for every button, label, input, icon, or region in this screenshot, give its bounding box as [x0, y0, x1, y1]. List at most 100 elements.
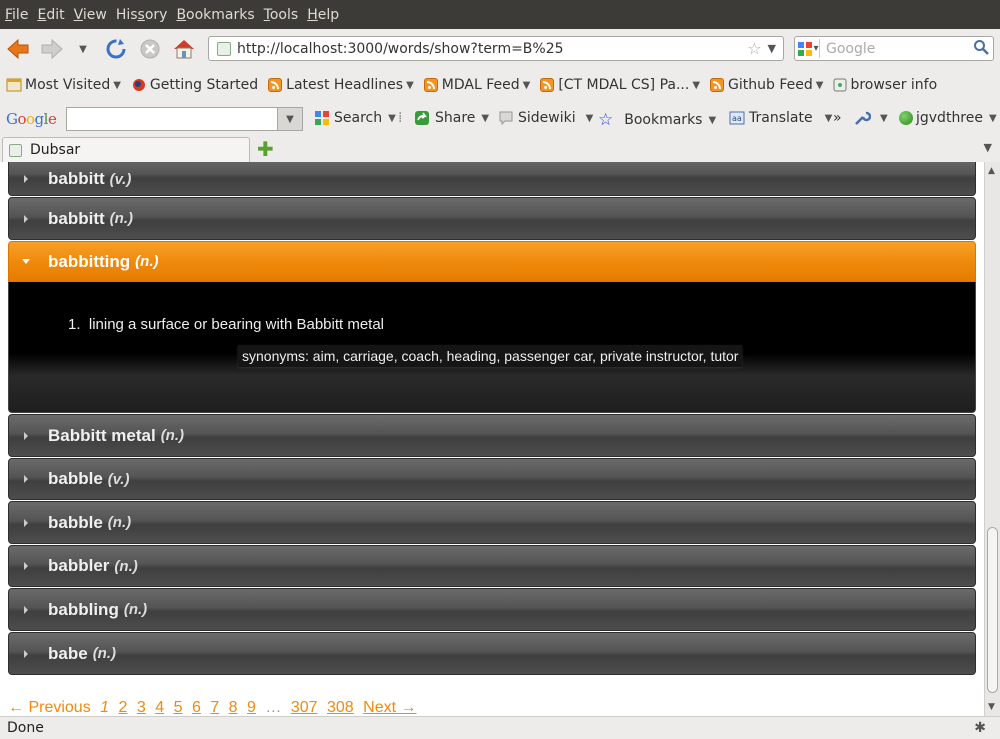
scroll-up-icon[interactable]: ▲: [988, 166, 995, 176]
stop-button[interactable]: [136, 35, 164, 63]
chevron-down-icon[interactable]: ▼: [277, 108, 302, 130]
account-button[interactable]: jgvdthree ▼: [899, 110, 997, 126]
url-text[interactable]: http://localhost:3000/words/show?term=B%…: [237, 41, 747, 57]
google-bookmarks-button[interactable]: ☆ Bookmarks ▼: [598, 110, 716, 130]
scrollbar-thumb[interactable]: [987, 527, 998, 693]
tab-dubsar[interactable]: Dubsar: [2, 137, 250, 162]
pagination: ← Previous 1 2 3 4 5 6 7 8 9 … 307 308 N…: [8, 699, 422, 716]
pagination-page[interactable]: 8: [229, 699, 238, 716]
chevron-down-icon: ▼: [824, 112, 833, 124]
search-icon[interactable]: [973, 39, 989, 59]
bookmark-browser-info[interactable]: browser info: [833, 77, 937, 93]
entry-row[interactable]: babbitt (v.): [8, 162, 976, 196]
pagination-page[interactable]: 3: [137, 699, 146, 716]
bookmarks-toolbar: Most Visited ▼ Getting Started Latest Hea…: [0, 69, 1000, 101]
pagination-previous: ← Previous: [8, 699, 91, 716]
menu-bookmarks[interactable]: Bookmarks: [176, 7, 254, 23]
entry-row-active[interactable]: babbitting (n.): [8, 241, 976, 282]
expand-triangle-icon: [24, 175, 28, 183]
google-engine-icon: [798, 41, 813, 56]
menu-help[interactable]: Help: [307, 7, 339, 23]
pagination-page[interactable]: 4: [155, 699, 164, 716]
chevron-down-icon: ▼: [522, 79, 531, 91]
translate-button[interactable]: aa Translate ▼: [729, 110, 832, 126]
site-identity-icon[interactable]: [217, 41, 231, 56]
chevron-down-icon: ▼: [692, 79, 701, 91]
web-search-box[interactable]: ▾ Google: [794, 36, 994, 61]
url-dropdown-icon[interactable]: ▼: [768, 42, 776, 55]
home-button[interactable]: [170, 35, 198, 63]
back-arrow-icon: [7, 38, 29, 60]
pagination-page[interactable]: 6: [192, 699, 201, 716]
history-dropdown[interactable]: ▼: [72, 35, 94, 63]
stop-icon: [140, 39, 160, 59]
bookmark-mdal-feed[interactable]: MDAL Feed ▼: [423, 77, 531, 93]
toolbar-settings-button[interactable]: ▼: [853, 110, 888, 126]
google-logo[interactable]: Google: [6, 110, 57, 128]
menu-edit[interactable]: Edit: [37, 7, 64, 23]
bookmark-getting-started[interactable]: Getting Started: [131, 77, 258, 93]
pagination-page[interactable]: 9: [247, 699, 256, 716]
entry-row[interactable]: Babbitt metal (n.): [8, 414, 976, 457]
tab-list-button[interactable]: ▼: [984, 141, 992, 154]
back-button[interactable]: [4, 35, 32, 63]
menu-history[interactable]: Hissory: [116, 7, 168, 23]
search-engine-selector[interactable]: ▾: [797, 39, 820, 58]
menu-view[interactable]: View: [74, 7, 107, 23]
menu-file[interactable]: File: [5, 7, 28, 23]
reload-button[interactable]: [102, 35, 130, 63]
entry-row[interactable]: babbitt (n.): [8, 197, 976, 240]
chevron-down-icon: ▼: [880, 112, 888, 124]
rss-icon: [710, 78, 725, 92]
tab-bar: Dubsar ✚ ▼: [0, 137, 1000, 162]
vertical-scrollbar[interactable]: ▲ ▼: [984, 162, 1000, 716]
pagination-page[interactable]: 5: [174, 699, 183, 716]
firefox-icon: [132, 79, 145, 91]
url-bar[interactable]: http://localhost:3000/words/show?term=B%…: [208, 36, 784, 61]
plus-icon: ✚: [257, 137, 274, 161]
search-placeholder: Google: [826, 40, 876, 57]
chevron-down-icon: ▼: [989, 112, 997, 124]
pagination-page[interactable]: 7: [210, 699, 219, 716]
share-button[interactable]: Share ▼: [414, 110, 489, 126]
status-text: Done: [7, 720, 44, 736]
reload-icon: [106, 39, 126, 59]
chevron-down-icon: ▼: [388, 112, 396, 124]
entry-row[interactable]: babble (v.): [8, 458, 976, 500]
google-search-button[interactable]: Search ▼: [314, 110, 396, 126]
collapse-triangle-icon: [22, 259, 30, 264]
sidewiki-button[interactable]: Sidewiki ▼: [498, 110, 593, 126]
entry-row[interactable]: babe (n.): [8, 632, 976, 675]
pagination-gap: …: [265, 699, 282, 716]
chevron-down-icon: ▼: [708, 114, 717, 126]
entry-row[interactable]: babbler (n.): [8, 545, 976, 587]
translate-icon: aa: [729, 111, 745, 125]
forward-button[interactable]: [38, 35, 66, 63]
expand-triangle-icon: [24, 649, 28, 658]
menu-tools[interactable]: Tools: [264, 7, 299, 23]
google-toolbar: Google ▼ Search ▼ ⁞ Share ▼ Sidewiki ▼ ☆ Bo…: [0, 101, 1000, 137]
scroll-down-icon[interactable]: ▼: [988, 702, 995, 712]
bookmark-most-visited[interactable]: Most Visited ▼: [6, 77, 121, 93]
bookmark-latest-headlines[interactable]: Latest Headlines ▼: [268, 77, 414, 93]
new-tab-button[interactable]: ✚: [257, 139, 274, 159]
sidewiki-icon: [499, 111, 513, 126]
extension-bug-icon[interactable]: ✱: [974, 720, 986, 736]
bookmark-ct-mdal-cs[interactable]: [CT MDAL CS] Pa... ▼: [540, 77, 700, 93]
google-toolbar-search-input[interactable]: ▼: [66, 107, 303, 131]
pagination-page[interactable]: 2: [119, 699, 128, 716]
entry-row[interactable]: babble (n.): [8, 501, 976, 544]
pagination-next[interactable]: Next →: [363, 699, 416, 716]
bookmark-star-icon[interactable]: ☆: [747, 39, 761, 58]
pagination-page[interactable]: 307: [291, 699, 318, 716]
menu-bar: File Edit View Hissory Bookmarks Tools H…: [0, 0, 1000, 29]
more-chevron-button[interactable]: »: [833, 110, 842, 126]
chevron-down-icon: ▼: [815, 79, 824, 91]
svg-text:aa: aa: [732, 114, 742, 123]
pagination-page[interactable]: 308: [327, 699, 354, 716]
forward-arrow-icon: [41, 38, 63, 60]
chevron-down-icon: ▼: [983, 141, 992, 154]
definition-item: 1. lining a surface or bearing with Babb…: [68, 316, 385, 333]
entry-row[interactable]: babbling (n.): [8, 588, 976, 631]
bookmark-github-feed[interactable]: Github Feed ▼: [710, 77, 823, 93]
